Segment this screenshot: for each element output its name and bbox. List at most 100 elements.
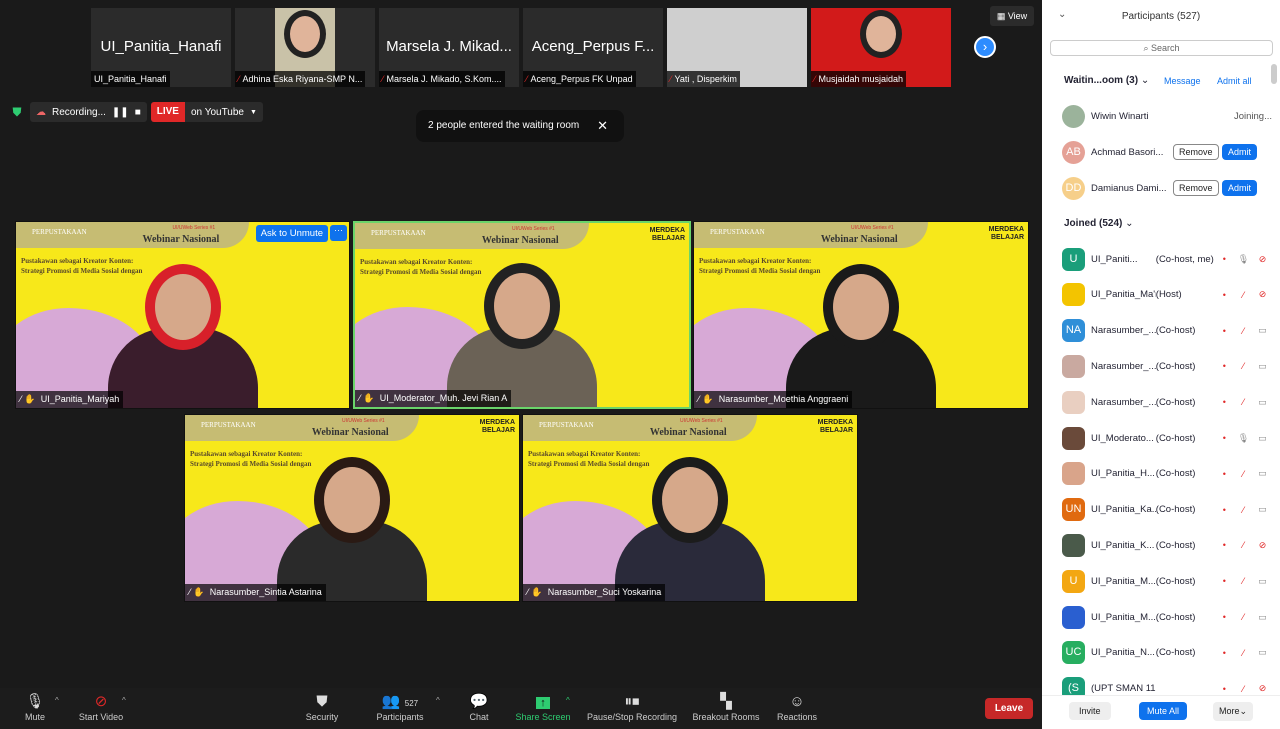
- pause-recording-button[interactable]: ❚❚: [112, 107, 129, 118]
- admit-button[interactable]: Admit: [1222, 180, 1258, 196]
- admit-all-link[interactable]: Admit all: [1217, 76, 1252, 86]
- participant-row[interactable]: UC UI_Panitia_N... (Co-host) • ⁄ ▭: [1062, 641, 1272, 665]
- participant-row[interactable]: U UI_Paniti... (Co-host, me) • 🎙 ⊘: [1062, 247, 1272, 271]
- share-screen-button[interactable]: ↑ Share Screen: [512, 692, 574, 722]
- video-thumbnail[interactable]: ⁄ Yati , Disperkim: [667, 8, 807, 87]
- video-options-caret[interactable]: ^: [122, 696, 126, 705]
- joined-header[interactable]: Joined (524) ⌄: [1064, 218, 1134, 229]
- microphone-muted-icon[interactable]: ⁄: [1234, 505, 1253, 515]
- camera-icon[interactable]: ▭: [1253, 361, 1272, 372]
- microphone-muted-icon[interactable]: ⁄: [1234, 576, 1253, 586]
- start-video-button[interactable]: ⊘ Start Video: [74, 692, 128, 722]
- live-stream-indicator[interactable]: LIVE on YouTube ▼: [150, 102, 263, 122]
- participant-row[interactable]: UI_Panitia_Ma'ruf(Host) • ⁄⊘: [1062, 283, 1272, 307]
- remove-button[interactable]: Remove: [1173, 180, 1219, 196]
- close-icon[interactable]: ✕: [597, 110, 608, 142]
- video-thumbnail[interactable]: ⁄ Musjaidah musjaidah: [811, 8, 951, 87]
- video-thumbnail[interactable]: Aceng_Perpus F... ⁄ Aceng_Perpus FK Unpad: [523, 8, 663, 87]
- microphone-muted-icon[interactable]: ⁄: [1234, 684, 1253, 694]
- participant-video-tile[interactable]: PERPUSTAKAAN UI/UWeb Series #1 Webinar Nas…: [184, 414, 520, 602]
- admit-button[interactable]: Admit: [1222, 144, 1258, 160]
- message-waiting-link[interactable]: Message: [1164, 76, 1201, 86]
- camera-icon[interactable]: ▭: [1253, 647, 1272, 658]
- invite-button[interactable]: Invite: [1069, 702, 1111, 720]
- merdeka-belajar-logo: MERDEKA BELAJAR: [818, 419, 853, 435]
- mute-all-button[interactable]: Mute All: [1139, 702, 1188, 720]
- share-options-caret[interactable]: ^: [566, 696, 570, 705]
- more-button[interactable]: More⌄: [1213, 702, 1254, 721]
- ask-to-unmute-button[interactable]: Ask to Unmute: [255, 225, 328, 242]
- recording-icon: •: [1222, 361, 1226, 372]
- leave-button[interactable]: Leave: [985, 698, 1033, 719]
- participant-video-tile[interactable]: PERPUSTAKAAN UI/UWeb Series #1 Webinar Nas…: [522, 414, 858, 602]
- participants-button[interactable]: 👥 527 Participants: [372, 692, 428, 722]
- participant-row[interactable]: UI_Panitia_M... (Co-host) • ⁄ ▭: [1062, 605, 1272, 629]
- microphone-muted-icon[interactable]: ⁄: [1234, 397, 1253, 407]
- video-thumbnail[interactable]: ⁄ Adhina Eska Riyana-SMP N...: [235, 8, 375, 87]
- video-off-icon: ⊘: [94, 693, 108, 710]
- microphone-muted-icon[interactable]: ⁄: [1234, 290, 1253, 300]
- chat-button[interactable]: 💬 Chat: [464, 692, 494, 722]
- avatar: DD: [1062, 176, 1085, 200]
- video-thumbnail[interactable]: UI_Panitia_Hanafi UI_Panitia_Hanafi: [91, 8, 231, 87]
- camera-off-icon[interactable]: ⊘: [1253, 289, 1272, 300]
- security-button[interactable]: ⛊ Security: [302, 692, 342, 722]
- slide-subtitle-line: Pustakawan sebagai Kreator Konten:: [360, 258, 473, 266]
- avatar: [1062, 390, 1085, 414]
- camera-off-icon[interactable]: ⊘: [1253, 254, 1272, 265]
- breakout-rooms-button[interactable]: ▚ Breakout Rooms: [690, 692, 762, 722]
- pause-stop-recording-button[interactable]: ⏸⏹ Pause/Stop Recording: [583, 692, 681, 722]
- participant-video: [107, 274, 258, 408]
- search-input[interactable]: ⌕ Search: [1050, 40, 1273, 56]
- microphone-icon[interactable]: 🎙: [1234, 254, 1253, 265]
- microphone-muted-icon[interactable]: ⁄: [1234, 540, 1253, 550]
- microphone-icon: 🎙: [25, 693, 45, 710]
- microphone-muted-icon[interactable]: ⁄: [1234, 612, 1253, 622]
- reactions-button[interactable]: ☺ Reactions: [774, 692, 820, 722]
- participant-video-tile[interactable]: PERPUSTAKAAN UI/UWeb Series #1 Webinar Nas…: [693, 221, 1029, 409]
- recording-icon: •: [1222, 612, 1226, 622]
- more-options-button[interactable]: ···: [330, 225, 347, 241]
- slide-series: UI/UWeb Series #1: [850, 225, 894, 231]
- camera-icon[interactable]: ▭: [1253, 325, 1272, 336]
- participant-row[interactable]: Narasumber_... (Co-host) • ⁄ ▭: [1062, 390, 1272, 414]
- participant-row[interactable]: UI_Panitia_K... (Co-host) • ⁄ ⊘: [1062, 533, 1272, 557]
- camera-icon[interactable]: ▭: [1253, 504, 1272, 515]
- slide-subtitle-line: Pustakawan sebagai Kreator Konten:: [21, 257, 134, 265]
- slide-subtitle-line: Pustakawan sebagai Kreator Konten:: [699, 257, 812, 265]
- participant-role: (Co-host): [1155, 647, 1196, 659]
- participant-row[interactable]: NA Narasumber_... (Co-host) • ⁄ ▭: [1062, 319, 1272, 343]
- next-page-button[interactable]: ›: [974, 36, 996, 58]
- microphone-muted-icon[interactable]: ⁄: [1234, 469, 1253, 479]
- participant-row[interactable]: UN UI_Panitia_Ka... (Co-host) • ⁄ ▭: [1062, 498, 1272, 522]
- camera-icon[interactable]: ▭: [1253, 433, 1272, 444]
- chevron-down-icon: ⌄: [1140, 75, 1150, 86]
- audio-options-caret[interactable]: ^: [55, 696, 59, 705]
- camera-icon[interactable]: ▭: [1253, 612, 1272, 623]
- microphone-muted-icon[interactable]: ⁄: [1234, 361, 1253, 371]
- video-thumbnail[interactable]: Marsela J. Mikad... ⁄ Marsela J. Mikado, S…: [379, 8, 519, 87]
- camera-icon[interactable]: ▭: [1253, 397, 1272, 408]
- camera-icon[interactable]: ▭: [1253, 468, 1272, 479]
- participant-video-tile[interactable]: PERPUSTAKAAN UI/UWeb Series #1 Webinar Nas…: [353, 221, 691, 409]
- camera-off-icon[interactable]: ⊘: [1253, 683, 1272, 694]
- microphone-icon[interactable]: 🎙: [1234, 433, 1253, 444]
- participant-row[interactable]: Narasumber_... (Co-host) • ⁄ ▭: [1062, 354, 1272, 378]
- participant-video-tile[interactable]: PERPUSTAKAAN UI/UWeb Series #1 Webinar Nas…: [15, 221, 350, 409]
- participant-row[interactable]: UI_Moderato... (Co-host) • 🎙 ▭: [1062, 426, 1272, 450]
- microphone-muted-icon[interactable]: ⁄: [1234, 326, 1253, 336]
- remove-button[interactable]: Remove: [1173, 144, 1219, 160]
- microphone-muted-icon[interactable]: ⁄: [1234, 648, 1253, 658]
- stop-recording-button[interactable]: ■: [135, 107, 141, 118]
- participant-name: UI_Panitia_Ma'ruf: [1091, 289, 1156, 301]
- participant-row[interactable]: U UI_Panitia_M... (Co-host) • ⁄ ▭: [1062, 569, 1272, 593]
- participants-options-caret[interactable]: ^: [436, 696, 440, 705]
- waiting-room-header[interactable]: Waitin...oom (3) ⌄: [1064, 75, 1149, 86]
- participant-row[interactable]: UI_Panitia_H... (Co-host) • ⁄ ▭: [1062, 462, 1272, 486]
- panel-scrollbar[interactable]: [1271, 64, 1277, 84]
- muted-mic-icon: ⁄: [526, 74, 528, 84]
- camera-off-icon[interactable]: ⊘: [1253, 540, 1272, 551]
- view-button[interactable]: ▦ View: [990, 6, 1034, 26]
- camera-icon[interactable]: ▭: [1253, 576, 1272, 587]
- mute-button[interactable]: 🎙 Mute: [20, 692, 50, 722]
